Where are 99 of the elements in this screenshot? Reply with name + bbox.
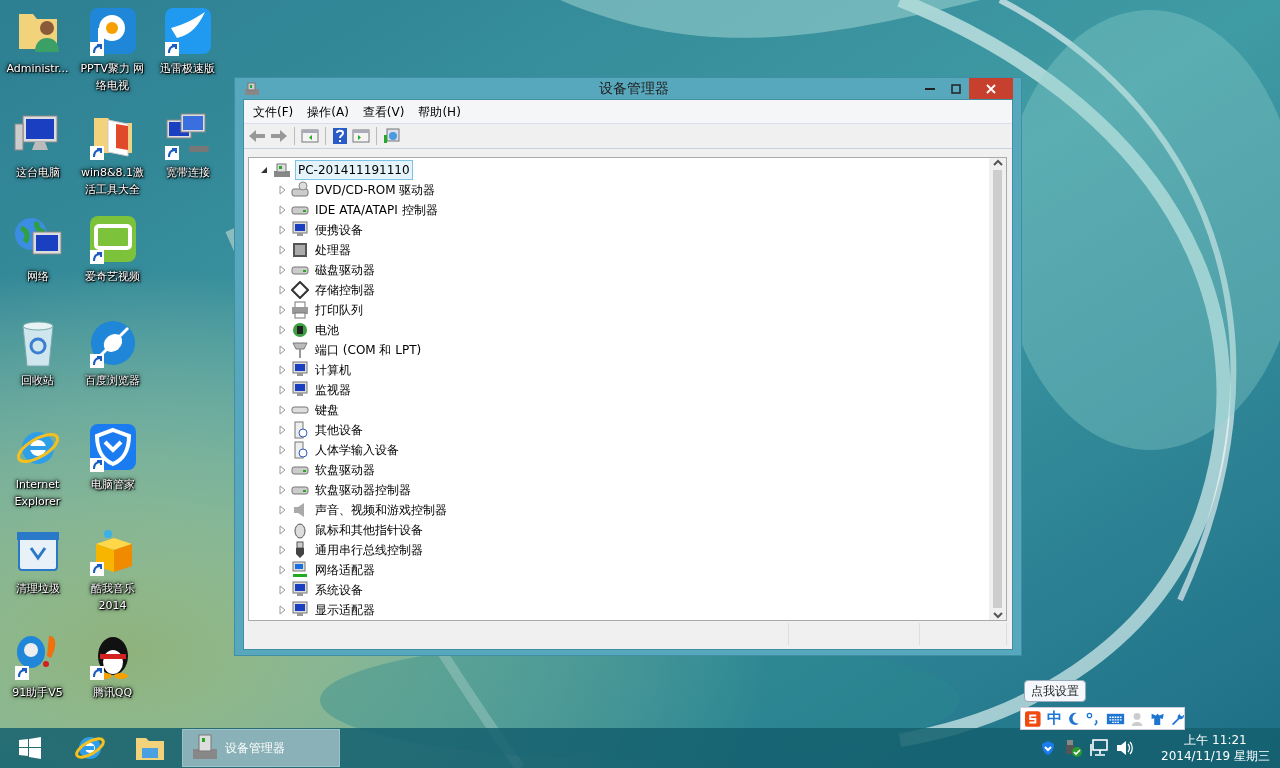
window-title: 设备管理器	[598, 79, 670, 98]
tree-item[interactable]: 网络适配器	[313, 561, 377, 579]
close-button[interactable]	[969, 78, 1013, 99]
icon-label[interactable]: 网络	[4, 268, 71, 285]
icon-label[interactable]: PPTV聚力 网络电视	[79, 60, 146, 94]
help-icon[interactable]	[332, 127, 348, 145]
expand-arrow-icon[interactable]	[277, 505, 287, 515]
monitor-icon	[291, 601, 309, 619]
icon-label[interactable]: 迅雷极速版	[154, 60, 221, 77]
tree-item[interactable]: 键盘	[313, 401, 341, 419]
tree-item[interactable]: 计算机	[313, 361, 353, 379]
expand-arrow-icon[interactable]	[277, 425, 287, 435]
processor-icon	[291, 241, 309, 259]
expand-arrow-icon[interactable]	[277, 265, 287, 275]
expand-arrow-icon[interactable]	[277, 605, 287, 615]
menu-item[interactable]: 帮助(H)	[411, 102, 468, 121]
app-icon	[243, 80, 261, 97]
clock[interactable]: 上午 11:21 2014/11/19 星期三	[1161, 732, 1280, 764]
expand-arrow-icon[interactable]	[277, 365, 287, 375]
network-icon[interactable]	[1090, 739, 1108, 757]
computer-icon	[273, 162, 291, 178]
icon-label[interactable]: Administr...	[4, 60, 71, 77]
close-icon	[986, 83, 996, 94]
icon-label[interactable]: 宽带连接	[154, 164, 221, 181]
expand-arrow-icon[interactable]	[277, 585, 287, 595]
expand-arrow-icon[interactable]	[277, 525, 287, 535]
expand-arrow-icon[interactable]	[277, 485, 287, 495]
expand-arrow-icon[interactable]	[277, 565, 287, 575]
ime-logo-icon[interactable]	[1025, 709, 1041, 728]
shield-icon[interactable]	[1040, 740, 1056, 756]
panel-icon[interactable]	[301, 128, 319, 144]
scroll-up-icon[interactable]	[992, 158, 1003, 168]
mouse-icon	[291, 521, 309, 539]
tree-item[interactable]: 显示适配器	[313, 601, 377, 619]
expand-arrow-icon[interactable]	[277, 225, 287, 235]
icon-label[interactable]: 这台电脑	[4, 164, 71, 181]
expand-arrow-icon[interactable]	[277, 305, 287, 315]
tree-item[interactable]: 软盘驱动器控制器	[313, 481, 413, 499]
portable-device-icon	[291, 221, 309, 239]
input-mode-toggle[interactable]: 中	[1046, 707, 1062, 730]
expand-arrow-icon[interactable]	[277, 385, 287, 395]
back-arrow-icon[interactable]	[248, 128, 266, 144]
tree-item[interactable]: 鼠标和其他指针设备	[313, 521, 425, 539]
windows-logo-icon	[19, 737, 41, 759]
expand-arrow-icon[interactable]	[277, 285, 287, 295]
collapse-arrow-icon[interactable]	[259, 165, 269, 175]
tree-item[interactable]: 通用串行总线控制器	[313, 541, 425, 559]
expand-arrow-icon[interactable]	[277, 185, 287, 195]
expand-arrow-icon[interactable]	[277, 445, 287, 455]
tooltip: 点我设置	[1024, 680, 1086, 702]
expand-arrow-icon[interactable]	[277, 205, 287, 215]
tree-item[interactable]: 其他设备	[313, 421, 365, 439]
tree-item[interactable]: 便携设备	[313, 221, 365, 239]
volume-icon[interactable]	[1116, 739, 1134, 757]
computer-icon	[291, 361, 309, 379]
tree-item[interactable]: 电池	[313, 321, 341, 339]
tree-item[interactable]: 人体学输入设备	[313, 441, 401, 459]
printer-icon	[291, 301, 309, 319]
usb-icon[interactable]	[1064, 739, 1082, 757]
tree-item[interactable]: 磁盘驱动器	[313, 261, 377, 279]
monitor-icon	[291, 381, 309, 399]
computer-icon	[291, 581, 309, 599]
punctuation-icon[interactable]	[1085, 710, 1100, 727]
menu-item[interactable]: 操作(A)	[300, 102, 356, 121]
menu-item[interactable]: 文件(F)	[246, 102, 301, 121]
expand-arrow-icon[interactable]	[277, 345, 287, 355]
moon-icon[interactable]	[1067, 710, 1080, 727]
tree-item[interactable]: 软盘驱动器	[313, 461, 377, 479]
tree-item[interactable]: DVD/CD-ROM 驱动器	[313, 181, 438, 199]
tree-item[interactable]: 监视器	[313, 381, 353, 399]
unknown-device-icon	[291, 421, 309, 439]
scan-icon[interactable]	[383, 127, 401, 145]
icon-label[interactable]: win8&8.1激活工具大全	[79, 164, 146, 198]
port-icon	[291, 341, 309, 359]
maximize-icon	[951, 83, 961, 94]
tree-item[interactable]: 打印队列	[313, 301, 365, 319]
expand-arrow-icon[interactable]	[277, 245, 287, 255]
disc-drive-icon	[291, 181, 309, 199]
expand-arrow-icon[interactable]	[277, 465, 287, 475]
scroll-down-icon[interactable]	[992, 610, 1003, 620]
forward-arrow-icon[interactable]	[270, 128, 288, 144]
expand-arrow-icon[interactable]	[277, 325, 287, 335]
tree-item[interactable]: IDE ATA/ATAPI 控制器	[313, 201, 440, 219]
tree-item[interactable]: 处理器	[313, 241, 353, 259]
input-device-icon	[291, 441, 309, 459]
scrollbar[interactable]	[989, 158, 1006, 620]
expand-arrow-icon[interactable]	[277, 545, 287, 555]
network-adapter-icon	[291, 561, 309, 579]
tree-item[interactable]: 端口 (COM 和 LPT)	[313, 341, 424, 359]
storage-icon	[291, 281, 309, 299]
minimize-icon	[925, 87, 935, 90]
tree-item[interactable]: 存储控制器	[313, 281, 377, 299]
battery-icon	[291, 321, 309, 339]
menu-item[interactable]: 查看(V)	[355, 102, 412, 121]
tree-item[interactable]: PC-201411191110	[295, 160, 413, 180]
expand-arrow-icon[interactable]	[277, 405, 287, 415]
tree-item[interactable]: 系统设备	[313, 581, 365, 599]
tree-item[interactable]: 声音、视频和游戏控制器	[313, 501, 449, 519]
icon-label[interactable]: 爱奇艺视频	[79, 268, 146, 285]
